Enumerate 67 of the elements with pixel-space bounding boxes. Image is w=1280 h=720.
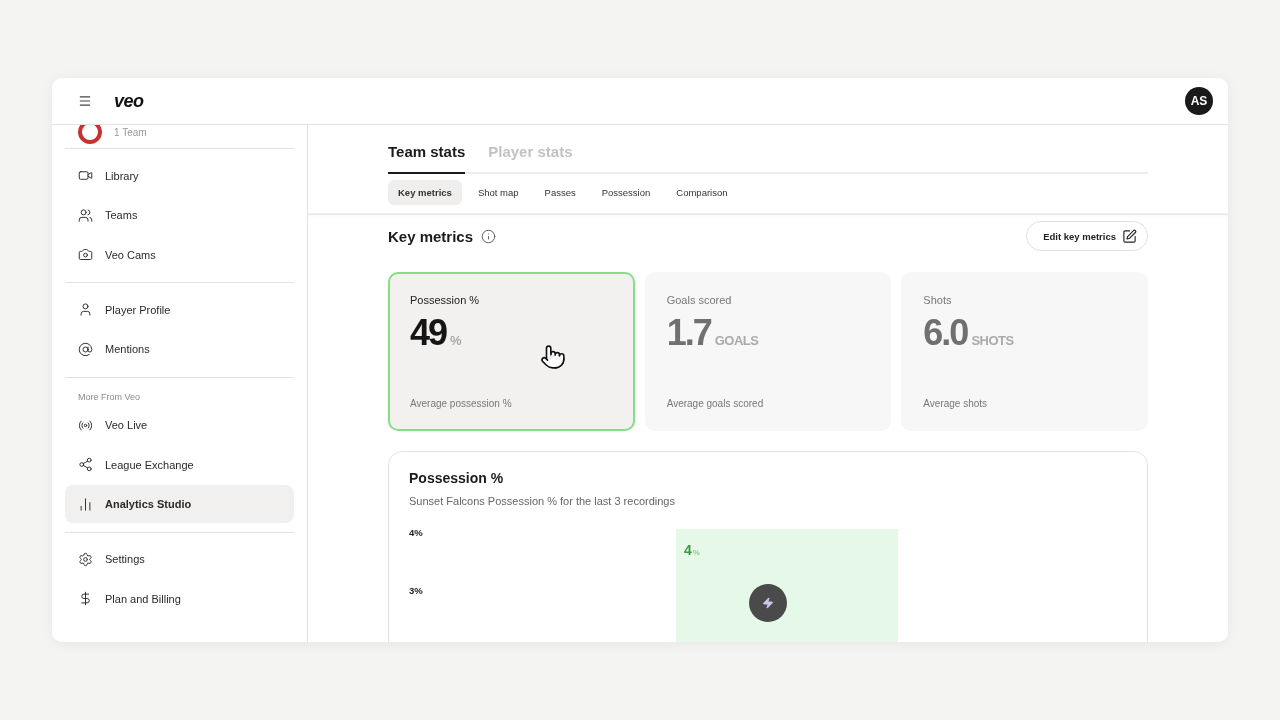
section-title: Key metrics xyxy=(388,227,474,245)
nav-icon xyxy=(78,457,93,472)
info-icon[interactable] xyxy=(481,228,497,244)
sidebar-item[interactable]: Veo Live xyxy=(65,406,294,444)
metric-value: 6.0 xyxy=(923,312,968,354)
metric-card[interactable]: Goals scored 1.7 GOALS Average goals scored xyxy=(644,272,892,431)
tab[interactable]: Team stats xyxy=(388,139,466,174)
y-axis-label: 4% xyxy=(409,527,424,539)
nav-icon xyxy=(78,247,93,262)
chart-title: Possession % xyxy=(409,470,505,486)
sidebar-item[interactable]: Player Profile xyxy=(65,290,294,329)
sidebar-item[interactable]: Teams xyxy=(65,196,294,234)
nav-icon xyxy=(78,168,93,183)
nav-icon xyxy=(78,496,93,512)
metric-caption: Average shots xyxy=(923,398,989,409)
y-axis-label: 3% xyxy=(409,585,424,597)
sidebar-item[interactable]: Settings xyxy=(65,540,294,578)
metric-value: 49 xyxy=(410,312,447,354)
sidebar-item[interactable]: Veo Cams xyxy=(65,235,294,274)
nav-label: Settings xyxy=(105,553,145,565)
section-heading: More From Veo xyxy=(77,390,142,404)
sub-tab[interactable]: Possession xyxy=(591,180,661,205)
chart-subtitle: Sunset Falcons Possession % for the last 3 recordings xyxy=(409,495,676,507)
nav-icon xyxy=(78,551,93,567)
sidebar-item[interactable]: League Exchange xyxy=(65,445,294,484)
user-avatar[interactable]: AS xyxy=(1185,87,1213,115)
team-subtitle: 1 Team xyxy=(114,126,147,138)
nav-label: Player Profile xyxy=(105,303,171,316)
nav-label: Veo Cams xyxy=(105,248,156,261)
nav-icon xyxy=(78,302,93,317)
hand-cursor-icon xyxy=(540,344,566,370)
edit-icon xyxy=(1122,228,1137,244)
sidebar-item[interactable]: Plan and Billing xyxy=(65,579,294,618)
nav-label: Analytics Studio xyxy=(105,498,192,510)
nav-label: Veo Live xyxy=(105,419,148,431)
nav-label: Teams xyxy=(105,209,138,221)
sub-tab[interactable]: Passes xyxy=(534,180,586,205)
sidebar-item[interactable]: Library xyxy=(65,156,294,195)
metric-unit: % xyxy=(450,333,462,348)
metric-label: Shots xyxy=(923,294,953,306)
nav-icon xyxy=(78,207,93,223)
sidebar-item[interactable]: Analytics Studio xyxy=(65,485,294,523)
metric-label: Goals scored xyxy=(666,294,733,306)
metric-card[interactable]: Shots 6.0 SHOTS Average shots xyxy=(901,272,1148,431)
metric-card[interactable]: Possession % 49% Average possession % xyxy=(388,272,635,431)
nav-label: Plan and Billing xyxy=(105,592,181,605)
nav-label: League Exchange xyxy=(105,458,194,471)
lightning-icon xyxy=(762,597,774,609)
sub-tab[interactable]: Shot map xyxy=(467,180,529,205)
sub-tab[interactable]: Key metrics xyxy=(388,180,462,205)
team-logo xyxy=(78,125,102,144)
logo[interactable]: veo xyxy=(114,90,144,112)
metric-caption: Average possession % xyxy=(410,398,513,409)
nav-icon xyxy=(78,591,93,606)
menu-icon[interactable] xyxy=(78,94,92,108)
metric-caption: Average goals scored xyxy=(666,398,765,409)
metric-unit: GOALS xyxy=(714,333,759,348)
nav-icon xyxy=(78,341,93,357)
nav-label: Library xyxy=(105,169,139,182)
bar-value-label: 4% xyxy=(684,542,700,558)
sidebar-item[interactable]: Mentions xyxy=(65,330,294,368)
metric-unit: SHOTS xyxy=(971,333,1014,348)
edit-key-metrics-button[interactable]: Edit key metrics xyxy=(1026,221,1148,251)
metric-value: 1.7 xyxy=(666,312,711,354)
metric-label: Possession % xyxy=(410,294,481,306)
nav-label: Mentions xyxy=(105,343,150,355)
sub-tab[interactable]: Comparison xyxy=(666,180,738,205)
